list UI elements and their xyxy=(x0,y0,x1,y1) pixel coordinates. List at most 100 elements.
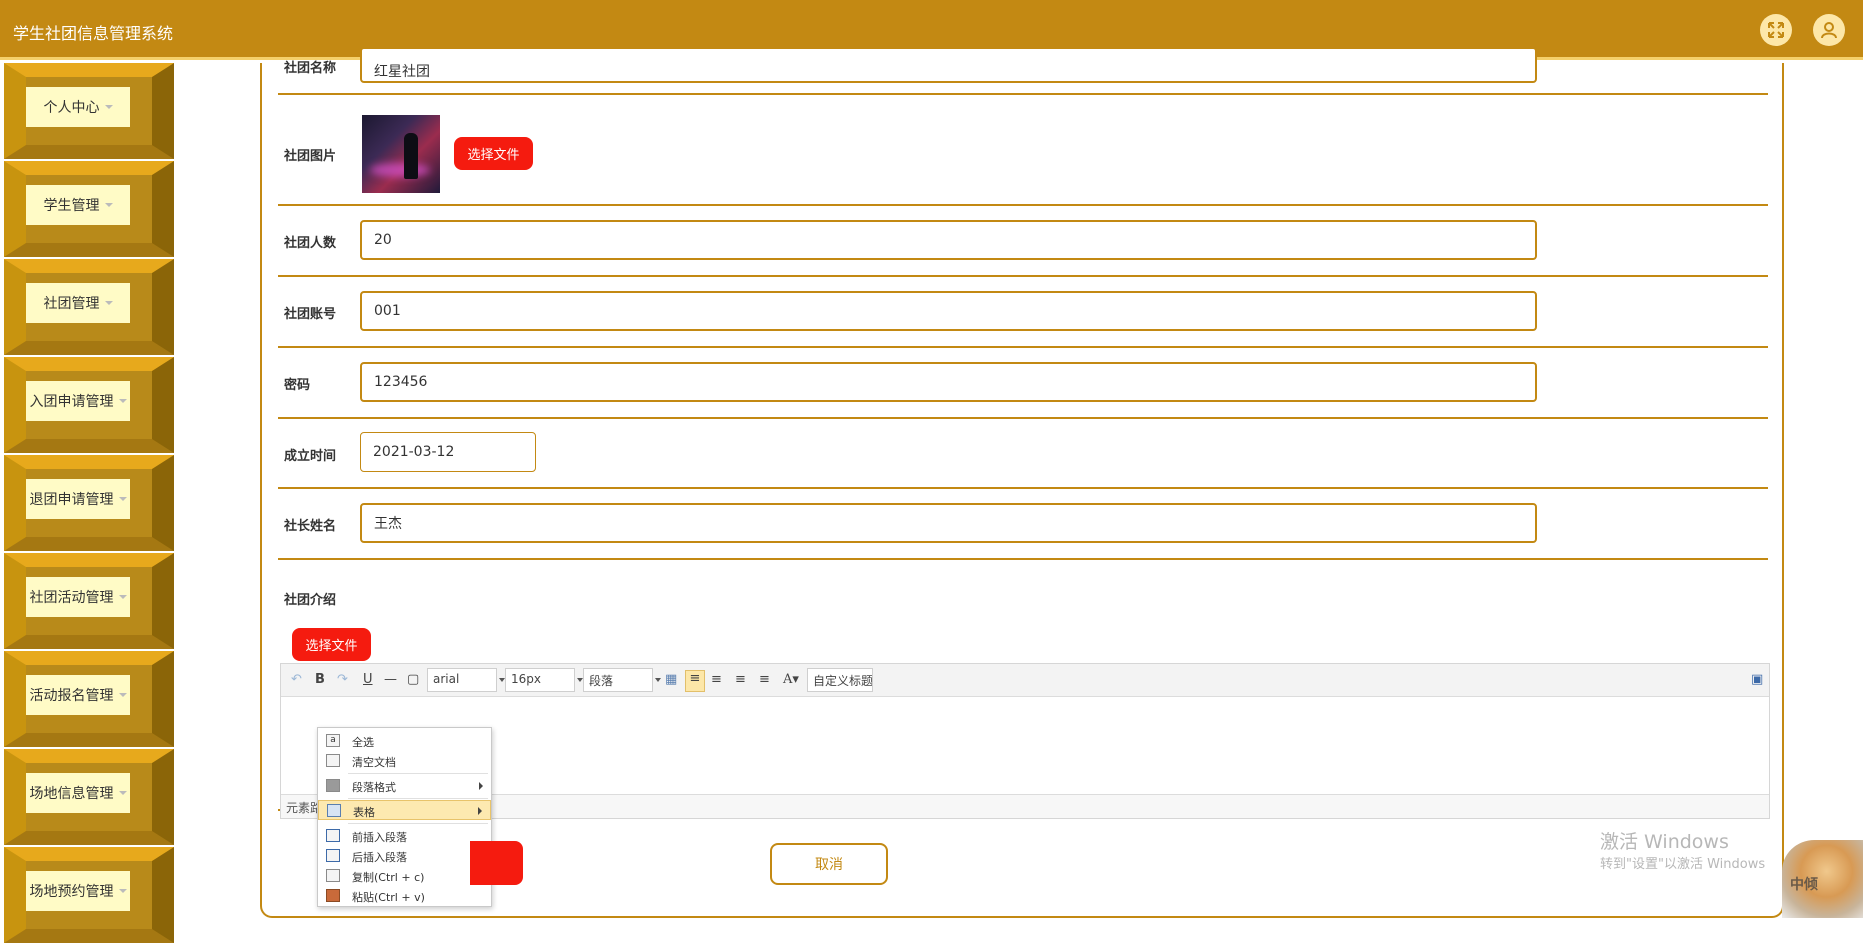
choose-file-button[interactable]: 选择文件 xyxy=(292,628,371,661)
chevron-down-icon xyxy=(104,203,113,207)
leader-input[interactable]: 王杰 xyxy=(360,503,1537,543)
chevron-down-icon xyxy=(118,497,127,501)
sidebar-item-label: 退团申请管理 xyxy=(29,492,114,508)
intro-label: 社团介绍 xyxy=(284,593,337,608)
sidebar-item-venues[interactable]: 场地信息管理 xyxy=(0,749,175,847)
select-all-icon: a xyxy=(326,734,340,747)
expand-icon xyxy=(1768,22,1784,38)
custom-title-select[interactable]: 自定义标题 xyxy=(807,668,873,692)
align-left-icon[interactable]: ≡ xyxy=(685,670,705,692)
sidebar-item-label: 社团活动管理 xyxy=(29,590,114,606)
copy-icon xyxy=(326,869,340,882)
sidebar-item-venue-bookings[interactable]: 场地预约管理 xyxy=(0,847,175,945)
sidebar-item-label: 场地信息管理 xyxy=(29,786,114,802)
club-name-label: 社团名称 xyxy=(284,61,337,76)
chevron-down-icon xyxy=(118,791,127,795)
club-name-input[interactable]: 红星社团 xyxy=(360,47,1537,83)
password-input[interactable]: 123456 xyxy=(360,362,1537,402)
underline-icon[interactable]: U xyxy=(363,672,373,687)
context-menu-item-clear-document[interactable]: 清空文档 xyxy=(318,751,491,771)
sidebar-item-label: 场地预约管理 xyxy=(29,884,114,900)
windows-activation-watermark: 激活 Windows xyxy=(1600,831,1729,853)
user-button[interactable] xyxy=(1813,14,1845,46)
context-menu-item-copy[interactable]: 复制(Ctrl + c) xyxy=(318,866,491,886)
member-count-input[interactable]: 20 xyxy=(360,220,1537,260)
redo-icon[interactable]: ↷ xyxy=(337,672,348,687)
font-size-select[interactable]: 16px xyxy=(505,668,583,692)
club-image-label: 社团图片 xyxy=(284,149,337,164)
chevron-down-icon xyxy=(118,693,127,697)
clear-doc-icon xyxy=(326,754,340,767)
chevron-down-icon xyxy=(104,105,113,109)
mascot-avatar[interactable]: 中倾 xyxy=(1782,840,1863,918)
club-image-thumbnail xyxy=(362,115,440,193)
bold-icon[interactable]: B xyxy=(315,672,325,687)
row-account: 社团账号 001 xyxy=(278,277,1768,348)
mascot-label: 中倾 xyxy=(1790,877,1818,893)
row-member-count: 社团人数 20 xyxy=(278,206,1768,277)
founded-date-input[interactable]: 2021-03-12 xyxy=(360,432,536,472)
context-menu-item-select-all[interactable]: a 全选 xyxy=(318,731,491,751)
row-founded: 成立时间 2021-03-12 xyxy=(278,419,1768,489)
member-count-label: 社团人数 xyxy=(284,236,337,251)
paragraph-icon xyxy=(326,779,340,792)
sidebar-item-label: 入团申请管理 xyxy=(29,394,114,410)
table-icon xyxy=(327,804,341,817)
paste-icon xyxy=(326,889,340,902)
sidebar-item-join-requests[interactable]: 入团申请管理 xyxy=(0,357,175,455)
align-justify-icon[interactable]: ≡ xyxy=(759,672,770,687)
sidebar-item-activities[interactable]: 社团活动管理 xyxy=(0,553,175,651)
password-label: 密码 xyxy=(284,378,311,393)
font-family-select[interactable]: arial xyxy=(427,668,505,692)
row-leader: 社长姓名 王杰 xyxy=(278,489,1768,560)
chevron-down-icon xyxy=(104,301,113,305)
editor-status-bar: 元素路 xyxy=(281,794,1769,818)
sidebar-item-activity-signups[interactable]: 活动报名管理 xyxy=(0,651,175,749)
submit-button[interactable] xyxy=(470,841,523,885)
insert-after-icon xyxy=(326,849,340,862)
context-menu-item-table[interactable]: 表格 xyxy=(318,800,491,820)
sidebar-item-label: 活动报名管理 xyxy=(29,688,114,704)
cancel-button[interactable]: 取消 xyxy=(770,843,888,885)
account-input[interactable]: 001 xyxy=(360,291,1537,331)
row-club-name: 社团名称 红星社团 xyxy=(278,47,1768,95)
align-center-icon[interactable]: ≡ xyxy=(735,672,746,687)
context-menu-item-insert-after[interactable]: 后插入段落 xyxy=(318,846,491,866)
paragraph-select[interactable]: 段落 xyxy=(583,668,661,692)
chevron-down-icon xyxy=(118,889,127,893)
sidebar-item-label: 个人中心 xyxy=(43,100,100,116)
preview-icon[interactable]: ▣ xyxy=(1751,672,1763,687)
choose-image-button[interactable]: 选择文件 xyxy=(454,137,533,170)
sidebar-item-label: 社团管理 xyxy=(43,296,100,312)
context-menu: a 全选 清空文档 段落格式 表格 前插入段落 后插入段落 复制(Ctrl + … xyxy=(317,727,492,907)
row-password: 密码 123456 xyxy=(278,348,1768,419)
sidebar-item-leave-requests[interactable]: 退团申请管理 xyxy=(0,455,175,553)
table-icon[interactable]: ▦ xyxy=(665,672,677,687)
sidebar-item-students[interactable]: 学生管理 xyxy=(0,161,175,259)
undo-icon[interactable]: ↶ xyxy=(291,672,302,687)
sidebar-item-label: 学生管理 xyxy=(43,198,100,214)
fullscreen-button[interactable] xyxy=(1760,14,1792,46)
chevron-right-icon xyxy=(478,807,482,815)
context-menu-item-insert-before[interactable]: 前插入段落 xyxy=(318,826,491,846)
chevron-down-icon xyxy=(118,399,127,403)
windows-activation-hint: 转到"设置"以激活 Windows xyxy=(1600,857,1766,872)
leader-label: 社长姓名 xyxy=(284,519,337,534)
sidebar-item-personal-center[interactable]: 个人中心 xyxy=(0,63,175,161)
sidebar-item-clubs[interactable]: 社团管理 xyxy=(0,259,175,357)
account-label: 社团账号 xyxy=(284,307,337,322)
row-club-image: 社团图片 选择文件 xyxy=(278,95,1768,206)
font-color-icon[interactable]: A▾ xyxy=(783,672,799,687)
founded-label: 成立时间 xyxy=(284,449,337,464)
align-right-icon[interactable]: ≡ xyxy=(711,672,722,687)
context-menu-item-paragraph-format[interactable]: 段落格式 xyxy=(318,776,491,796)
context-menu-item-paste[interactable]: 粘贴(Ctrl + v) xyxy=(318,886,491,906)
editor-toolbar: ↶ B ↷ U — ▢ arial 16px 段落 ▦ ≡ ≡ ≡ ≡ A▾ 自… xyxy=(281,664,1769,697)
app-title: 学生社团信息管理系统 xyxy=(13,24,174,43)
document-icon[interactable]: ▢ xyxy=(407,672,419,687)
horizontal-rule-icon[interactable]: — xyxy=(384,672,397,687)
rich-text-editor: ↶ B ↷ U — ▢ arial 16px 段落 ▦ ≡ ≡ ≡ ≡ A▾ 自… xyxy=(280,663,1770,819)
insert-before-icon xyxy=(326,829,340,842)
sidebar: 个人中心 学生管理 社团管理 入团申请管理 退团申请管理 社团活动管理 活动报名… xyxy=(0,63,175,943)
chevron-down-icon xyxy=(118,595,127,599)
